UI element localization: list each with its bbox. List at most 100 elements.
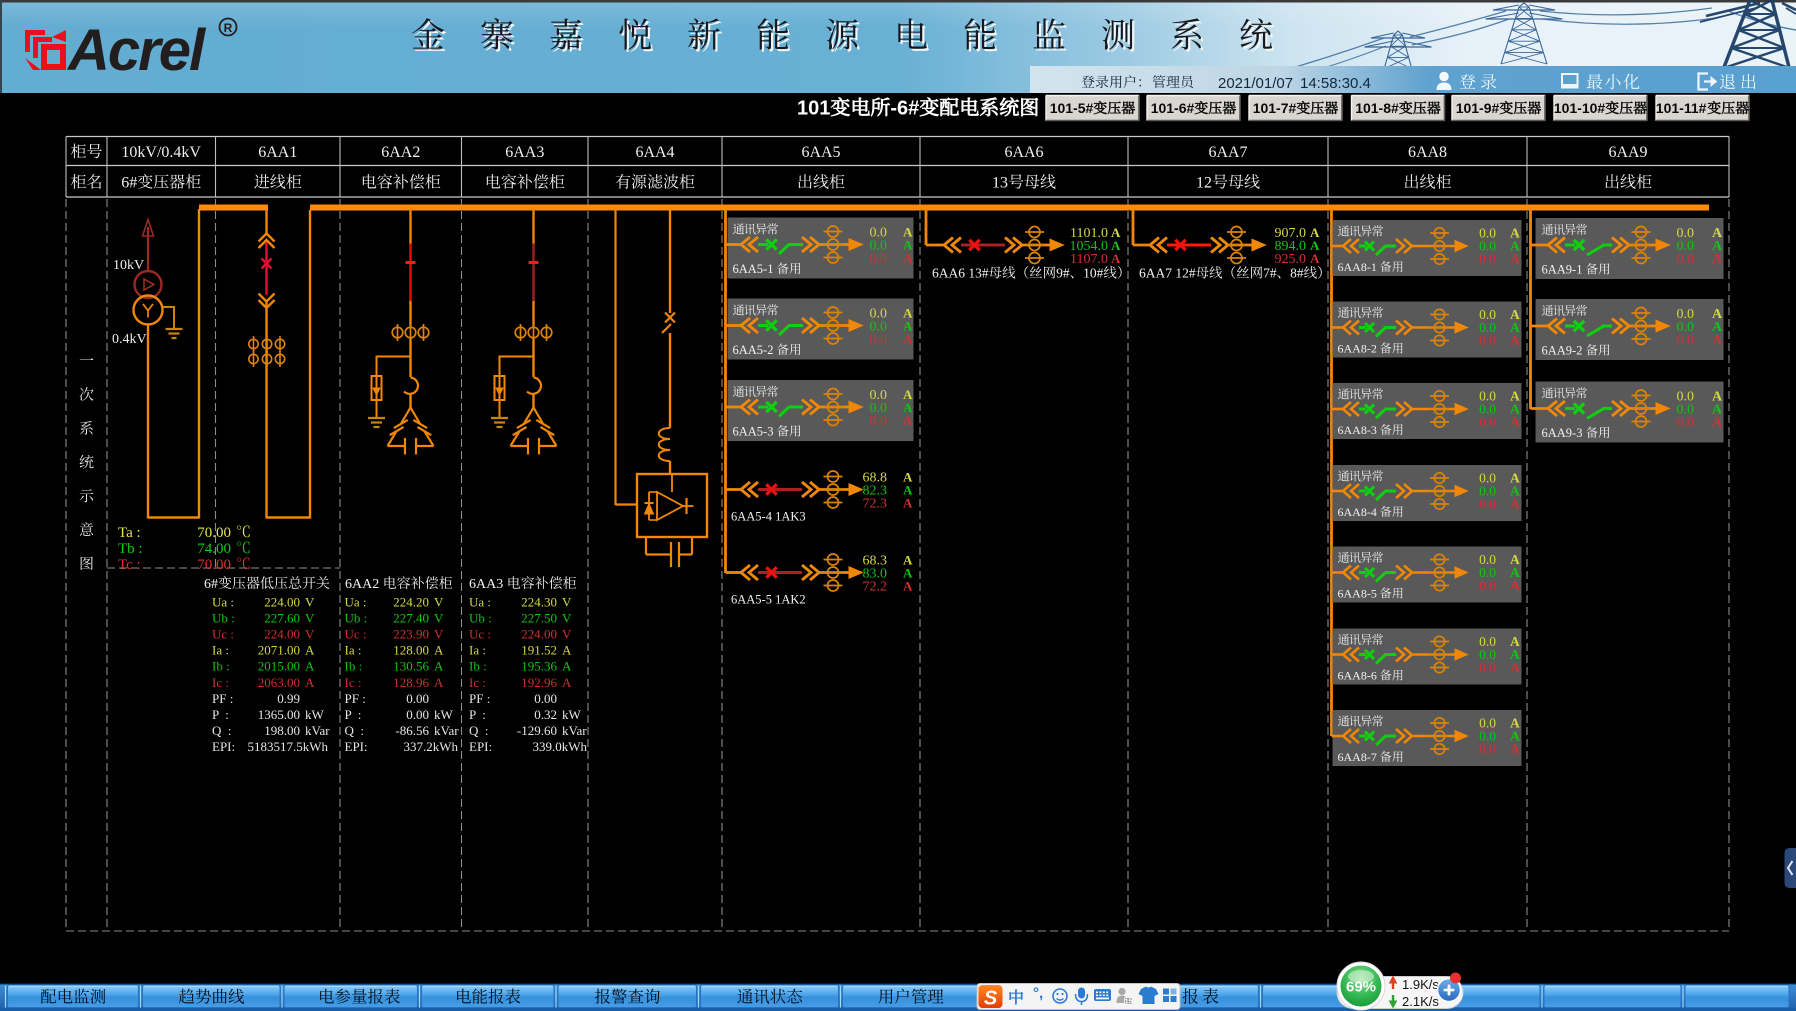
svg-text:A: A [903,251,913,266]
svg-text:V: V [562,595,572,610]
svg-text:6AA3: 6AA3 [469,577,503,592]
svg-text:0.0: 0.0 [1479,252,1496,267]
svg-text:6#: 6# [204,577,218,592]
svg-text:A: A [562,659,572,674]
svg-text:224.00: 224.00 [521,627,557,642]
svg-text:Uc :: Uc : [469,627,491,642]
svg-text:A: A [903,496,913,511]
svg-text:V: V [562,611,572,626]
svg-text:101-9#: 101-9# [1456,100,1500,116]
svg-text:EPI:: EPI: [212,739,235,754]
svg-text:6AA9-1: 6AA9-1 [1542,263,1583,277]
svg-text:A: A [562,643,572,658]
svg-text:kW: kW [562,707,582,722]
svg-text:A: A [903,579,913,594]
svg-text:V: V [305,611,315,626]
svg-text:6AA8-2: 6AA8-2 [1338,342,1377,356]
svg-text:A: A [1510,252,1520,267]
svg-text:72.3: 72.3 [863,497,888,512]
svg-text:339.0kWh: 339.0kWh [532,739,587,754]
svg-text:Ub :: Ub : [345,611,368,626]
svg-text:0.0: 0.0 [870,252,888,267]
svg-text:14:58:30.4: 14:58:30.4 [1300,75,1371,92]
svg-text:kVar: kVar [434,723,459,738]
svg-text:A: A [305,643,315,658]
svg-text:P :: P : [345,707,362,722]
svg-text:Tc :: Tc : [118,557,141,573]
svg-text:A: A [305,675,315,690]
svg-text:0.00: 0.00 [406,691,429,706]
svg-text:6AA5-4 1AK3: 6AA5-4 1AK3 [731,510,806,524]
svg-text:A: A [434,659,444,674]
svg-text:kW: kW [305,707,325,722]
svg-text:6AA8: 6AA8 [1408,144,1447,161]
svg-text:101-5#: 101-5# [1050,100,1094,116]
svg-text:A: A [1111,251,1121,266]
svg-text:6#: 6# [121,175,137,192]
svg-text:Ua :: Ua : [345,595,367,610]
svg-text:223.90: 223.90 [393,627,429,642]
svg-text:0.0: 0.0 [1479,660,1496,675]
svg-text:6AA4: 6AA4 [635,144,674,161]
svg-text:Uc :: Uc : [345,627,367,642]
svg-text:15: 15 [1125,998,1133,1005]
svg-text:A: A [1510,660,1520,675]
svg-text:0.4kV: 0.4kV [112,332,147,347]
svg-text:Ic :: Ic : [212,675,229,690]
svg-text:Ia :: Ia : [212,643,229,658]
svg-text:128.96: 128.96 [393,675,429,690]
svg-text:6AA7 12#: 6AA7 12# [1139,266,1196,281]
svg-text:-6#: -6# [890,98,919,120]
svg-text:6AA7: 6AA7 [1208,144,1247,161]
svg-text:Ib :: Ib : [345,659,363,674]
svg-text:6AA8-1: 6AA8-1 [1338,260,1377,274]
svg-text:2015.00: 2015.00 [258,659,300,674]
svg-text:6AA8-7: 6AA8-7 [1338,750,1377,764]
svg-text:EPI:: EPI: [345,739,368,754]
svg-text:A: A [1510,333,1520,348]
svg-text:6AA9-3: 6AA9-3 [1542,426,1583,440]
svg-text:227.60: 227.60 [264,611,300,626]
svg-text:13: 13 [992,175,1008,192]
svg-text:Ua :: Ua : [469,595,491,610]
svg-text:0.0: 0.0 [870,333,888,348]
svg-text:A: A [1510,742,1520,757]
svg-text:V: V [305,595,315,610]
svg-text:Tb :: Tb : [118,541,143,557]
svg-text:PF :: PF : [345,691,366,706]
svg-text:A: A [1712,333,1723,348]
svg-text:6AA3: 6AA3 [505,144,544,161]
svg-text:Ic :: Ic : [345,675,362,690]
svg-text:kVar: kVar [562,723,587,738]
svg-text:0.00: 0.00 [534,691,557,706]
svg-text:101-8#: 101-8# [1355,100,1399,116]
svg-text:6AA1: 6AA1 [258,144,297,161]
svg-text:6AA2: 6AA2 [345,577,379,592]
svg-text:101: 101 [797,98,830,120]
svg-text:0.0: 0.0 [1677,416,1695,431]
svg-text:198.00: 198.00 [264,723,300,738]
svg-text:A: A [1510,497,1520,512]
svg-text:Q :: Q : [469,723,489,738]
svg-text:V: V [562,627,572,642]
svg-text:6AA5-5 1AK2: 6AA5-5 1AK2 [731,593,806,607]
svg-text:V: V [434,595,444,610]
svg-text:9#: 9# [1056,266,1070,281]
svg-text:0.0: 0.0 [1479,333,1496,348]
svg-text:Ib :: Ib : [469,659,487,674]
svg-text:8#: 8# [1290,266,1304,281]
svg-text:224.30: 224.30 [521,595,557,610]
svg-text:191.52: 191.52 [521,643,557,658]
svg-text:6AA5-1: 6AA5-1 [733,262,774,276]
svg-text:10#: 10# [1083,266,1104,281]
svg-text:Ic :: Ic : [469,675,486,690]
svg-text:6AA8-4: 6AA8-4 [1338,505,1377,519]
svg-text:101-10#: 101-10# [1554,100,1606,116]
svg-text:Ta :: Ta : [118,525,141,541]
svg-text:70.00: 70.00 [197,557,231,573]
svg-text:0.0: 0.0 [1677,333,1695,348]
svg-text:195.36: 195.36 [521,659,557,674]
svg-text:Ib :: Ib : [212,659,230,674]
svg-text:A: A [1510,578,1520,593]
svg-text:0.00: 0.00 [406,707,429,722]
